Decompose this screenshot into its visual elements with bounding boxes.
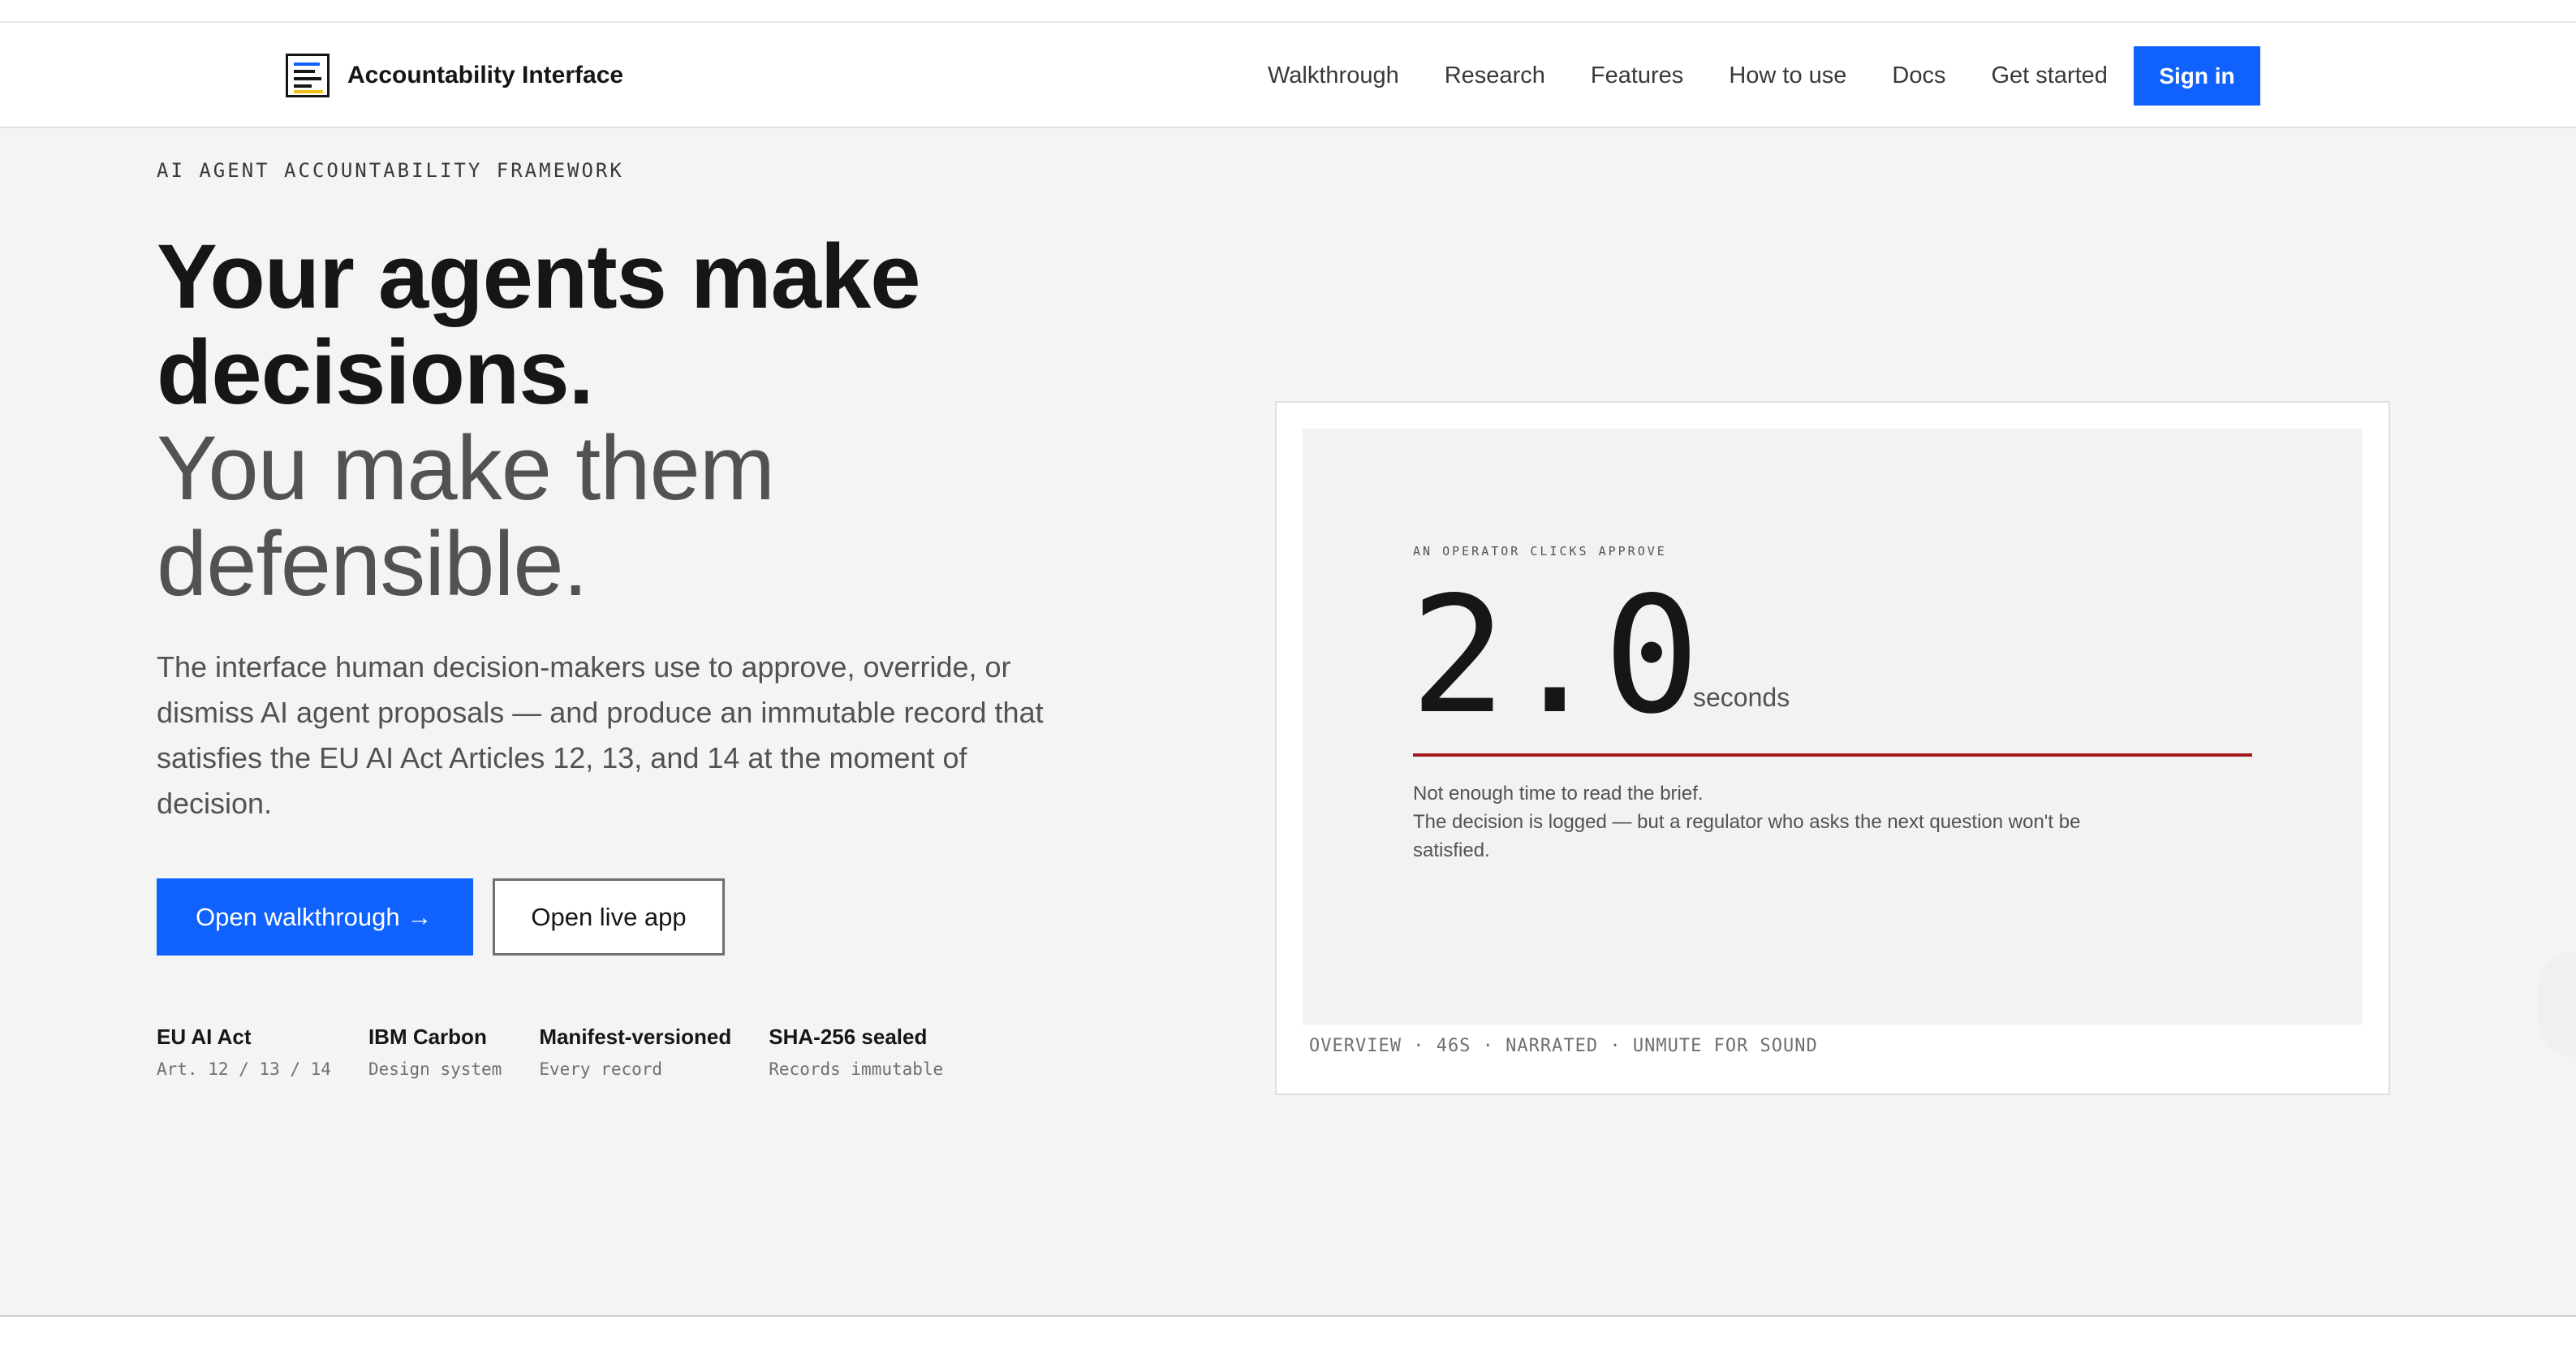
stage-eyebrow: AN OPERATOR CLICKS APPROVE [1413, 544, 1667, 559]
fact-title: SHA-256 sealed [769, 1025, 928, 1049]
hero-headline: Your agents make decisions. You make the… [157, 229, 1131, 612]
caption-line-1: Not enough time to read the brief. [1413, 783, 1704, 805]
brand-name: Accountability Interface [347, 62, 624, 88]
open-live-app-button[interactable]: Open live app [493, 878, 725, 956]
stage-unit: seconds [1693, 683, 1790, 712]
fact-item: Manifest-versioned Every record [539, 1025, 731, 1079]
fact-title: IBM Carbon [368, 1025, 487, 1049]
open-walkthrough-button[interactable]: Open walkthrough → [157, 878, 473, 956]
overview-video-card[interactable]: AN OPERATOR CLICKS APPROVE 2.0 seconds N… [1275, 401, 2390, 1095]
floating-edge-handle[interactable] [2539, 951, 2576, 1057]
fact-subtitle: Records immutable [769, 1059, 944, 1079]
caption-line-2: The decision is logged — but a regulator… [1413, 811, 2081, 861]
fact-subtitle: Art. 12 / 13 / 14 [157, 1059, 331, 1079]
fact-title: EU AI Act [157, 1025, 252, 1049]
main-nav: Walkthrough Research Features How to use… [1268, 45, 2153, 106]
fact-item: IBM Carbon Design system [368, 1025, 502, 1079]
headline-line-2: You make them defensible. [157, 417, 775, 615]
nav-features[interactable]: Features [1591, 63, 1683, 89]
document-lines-icon [286, 54, 330, 97]
headline-line-1: Your agents make decisions. [157, 226, 920, 423]
nav-docs[interactable]: Docs [1892, 63, 1945, 89]
sign-in-button[interactable]: Sign in [2134, 46, 2260, 106]
facts-row: EU AI Act Art. 12 / 13 / 14 IBM Carbon D… [157, 1025, 980, 1079]
video-footer: OVERVIEW · 46S · NARRATED · UNMUTE FOR S… [1309, 1036, 1818, 1056]
fact-item: SHA-256 sealed Records immutable [769, 1025, 943, 1079]
fact-subtitle: Design system [368, 1059, 502, 1079]
hero-lede: The interface human decision-makers use … [157, 650, 1044, 820]
nav-get-started[interactable]: Get started [1991, 63, 2107, 89]
stage-caption: Not enough time to read the brief. The d… [1413, 779, 2143, 865]
browser-top-strip [0, 0, 2576, 23]
nav-walkthrough[interactable]: Walkthrough [1268, 63, 1399, 89]
stage-big-number: 2.0 [1410, 562, 1700, 749]
video-stage[interactable]: AN OPERATOR CLICKS APPROVE 2.0 seconds N… [1303, 429, 2363, 1025]
fact-subtitle: Every record [539, 1059, 663, 1079]
nav-how-to-use[interactable]: How to use [1729, 63, 1846, 89]
fact-item: EU AI Act Art. 12 / 13 / 14 [157, 1025, 331, 1079]
hero-eyebrow: AI AGENT ACCOUNTABILITY FRAMEWORK [157, 159, 624, 182]
stage-rule [1413, 753, 2252, 757]
fact-title: Manifest-versioned [539, 1025, 732, 1049]
brand[interactable]: Accountability Interface [286, 52, 623, 99]
nav-research[interactable]: Research [1445, 63, 1545, 89]
